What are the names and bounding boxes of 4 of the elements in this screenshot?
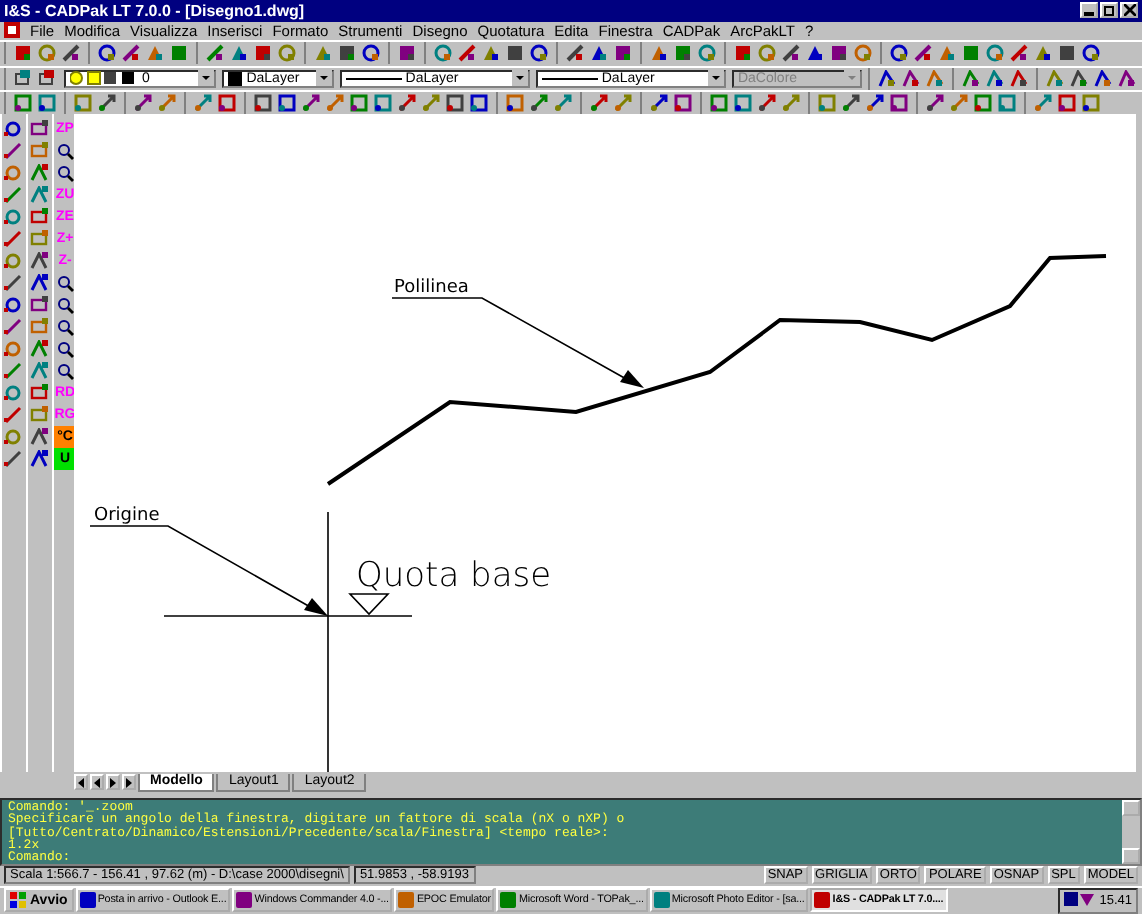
- elevation-label: Quota base: [356, 556, 552, 597]
- drawing-label: Origine: [94, 506, 160, 527]
- drawing-label: Polilinea: [394, 278, 469, 299]
- window-title: I&S - CADPak LT 7.0.0 - [Disegno1.dwg]: [4, 1, 307, 20]
